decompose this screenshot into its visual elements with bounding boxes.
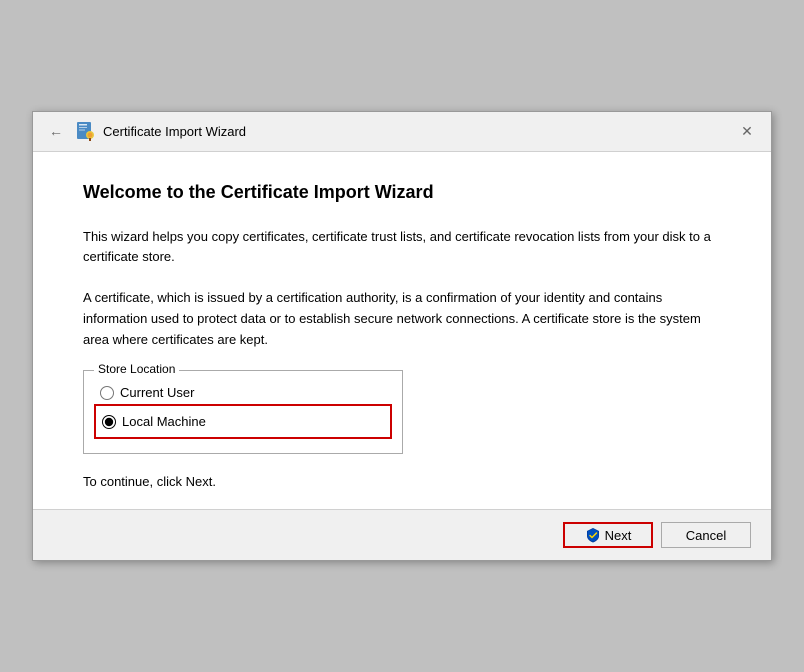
current-user-option[interactable]: Current User xyxy=(100,381,386,404)
store-location-legend: Store Location xyxy=(94,362,179,376)
local-machine-radio[interactable] xyxy=(102,415,116,429)
close-button[interactable]: ✕ xyxy=(735,119,759,143)
shield-icon xyxy=(585,527,601,543)
local-machine-option[interactable]: Local Machine xyxy=(102,410,206,433)
local-machine-row[interactable]: Local Machine xyxy=(94,404,392,439)
cancel-label: Cancel xyxy=(686,528,726,543)
current-user-label: Current User xyxy=(120,385,194,400)
store-location-group: Store Location Current User Local Machin… xyxy=(83,370,403,454)
wizard-window: ← Certificate Import Wizard ✕ Welcome to… xyxy=(32,111,772,562)
cancel-button[interactable]: Cancel xyxy=(661,522,751,548)
current-user-radio[interactable] xyxy=(100,386,114,400)
wizard-title: Welcome to the Certificate Import Wizard xyxy=(83,182,721,203)
window-title: Certificate Import Wizard xyxy=(103,124,246,139)
next-button[interactable]: Next xyxy=(563,522,653,548)
footer: Next Cancel xyxy=(33,509,771,560)
title-bar: ← Certificate Import Wizard ✕ xyxy=(33,112,771,152)
description-2: A certificate, which is issued by a cert… xyxy=(83,288,721,350)
next-label: Next xyxy=(605,528,632,543)
wizard-content: Welcome to the Certificate Import Wizard… xyxy=(33,152,771,510)
description-1: This wizard helps you copy certificates,… xyxy=(83,227,721,269)
wizard-icon xyxy=(75,121,95,141)
back-button[interactable]: ← xyxy=(45,121,67,141)
local-machine-label: Local Machine xyxy=(122,414,206,429)
continue-text: To continue, click Next. xyxy=(83,474,721,489)
title-bar-left: ← Certificate Import Wizard xyxy=(45,121,246,141)
